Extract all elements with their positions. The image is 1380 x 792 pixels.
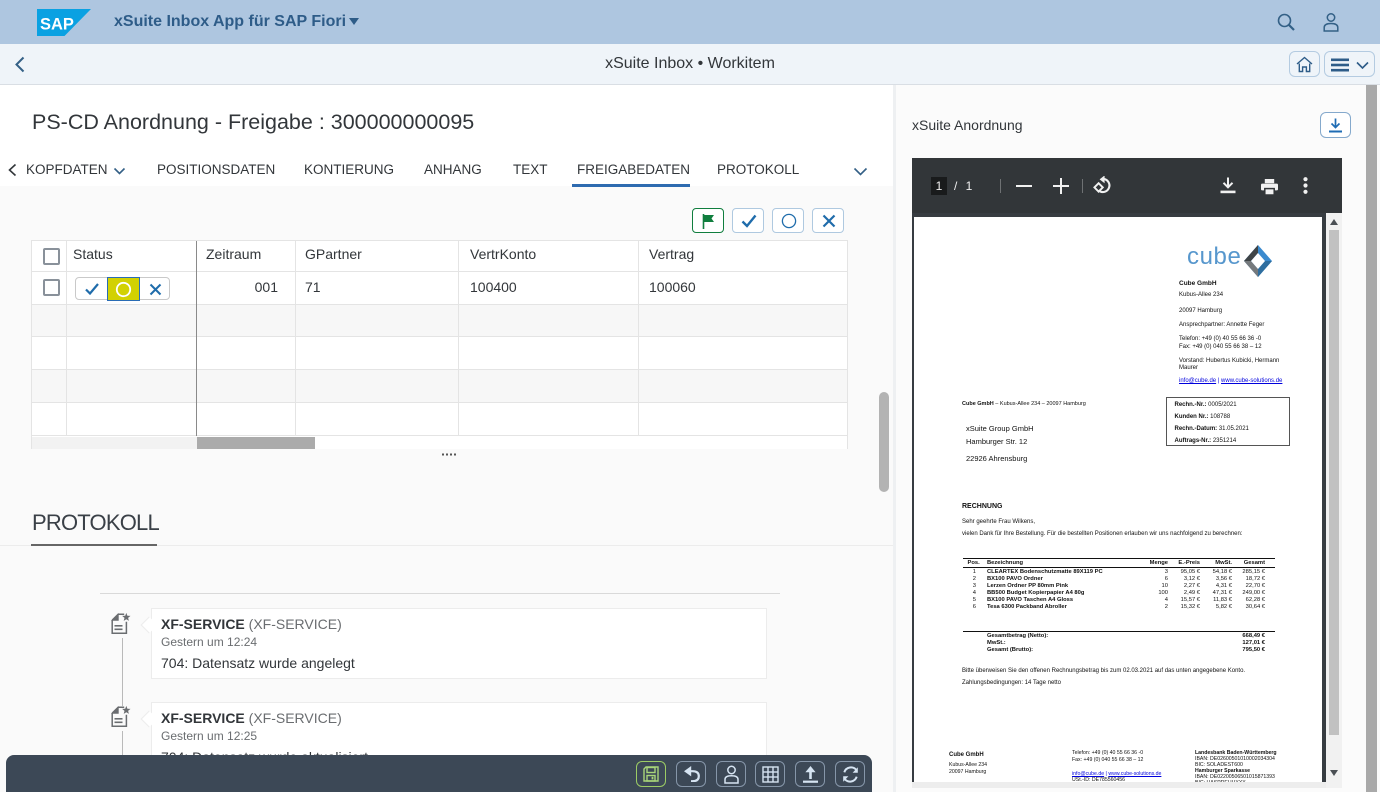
svg-text:SAP: SAP — [40, 16, 74, 34]
